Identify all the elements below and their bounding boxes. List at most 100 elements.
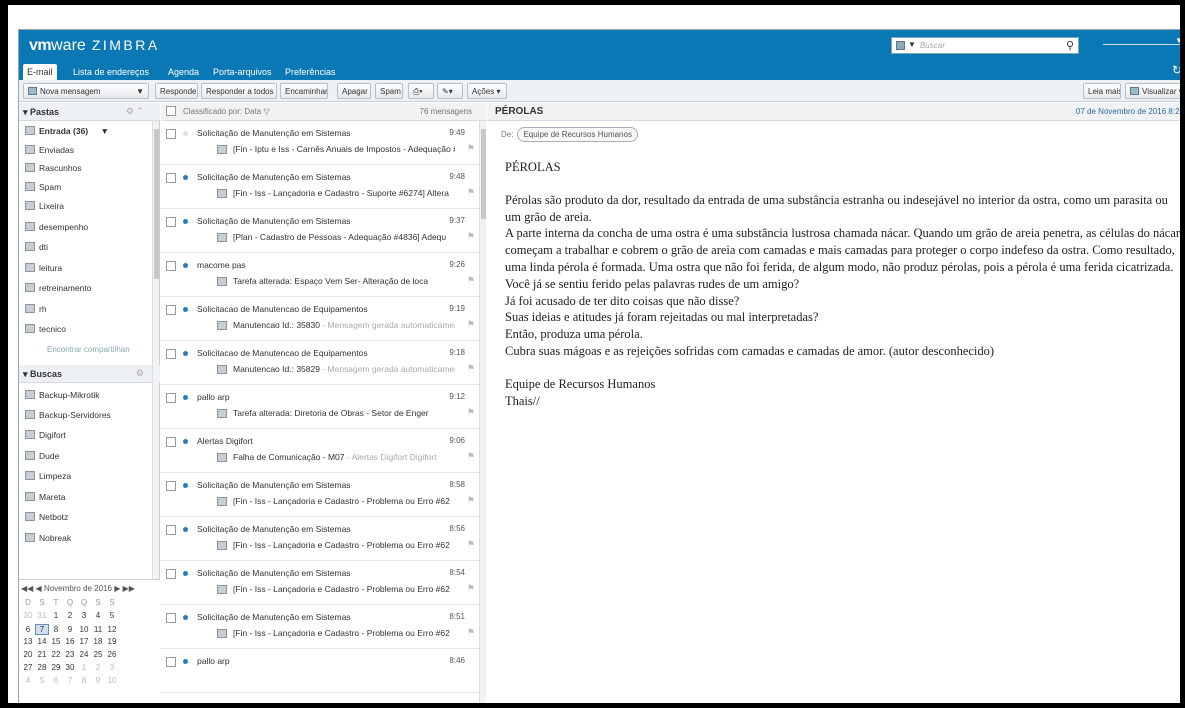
calendar-day[interactable]: 21 (35, 650, 49, 659)
flag-icon[interactable]: ⚑ (467, 143, 475, 154)
sidebar-scrollbar[interactable] (152, 121, 159, 581)
message-row[interactable]: Solicitação de Manutenção em Sistemas 8:5… (161, 473, 479, 517)
gear-icon[interactable]: ⚙ (136, 368, 144, 379)
search-limpeza[interactable]: Limpeza (25, 471, 71, 481)
search-nobreak[interactable]: Nobreak (25, 533, 71, 543)
message-row[interactable]: Solicitação de Manutenção em Sistemas 8:5… (161, 517, 479, 561)
message-checkbox[interactable] (166, 261, 176, 271)
message-checkbox[interactable] (166, 657, 176, 667)
view-button[interactable]: Visualizar ▾ (1125, 83, 1180, 99)
calendar-day-today[interactable]: 7 (35, 624, 49, 635)
unread-dot-icon[interactable] (183, 175, 188, 180)
folders-header[interactable]: ▾ Pastas ⚙ ⌃ (19, 103, 160, 121)
flag-icon[interactable]: ⚑ (467, 407, 475, 418)
sort-label[interactable]: Classificado por: Data (183, 107, 261, 116)
folder-desempenho[interactable]: desempenho (25, 222, 88, 232)
folder-tecnico[interactable]: tecnico (25, 324, 66, 334)
calendar-day[interactable]: 31 (35, 611, 49, 620)
chevron-down-icon[interactable]: ▼ (1175, 36, 1180, 45)
flag-icon[interactable]: ⚑ (467, 319, 475, 330)
folder-sent[interactable]: Enviadas (25, 145, 74, 155)
read-more-button[interactable]: Leia mais (1083, 83, 1121, 99)
tab-address-book[interactable]: Lista de endereços (69, 64, 153, 80)
flag-icon[interactable]: ⚑ (467, 627, 475, 638)
calendar-day[interactable]: 24 (77, 650, 91, 659)
folder-drafts[interactable]: Rascunhos (25, 163, 82, 173)
calendar-day[interactable]: 17 (77, 637, 91, 646)
unread-dot-icon[interactable] (183, 439, 188, 444)
message-row[interactable]: Alertas Digifort 9:06 Falha de Comunicação… (161, 429, 479, 473)
unread-dot-icon[interactable] (183, 395, 188, 400)
tab-email[interactable]: E-mail (23, 64, 57, 80)
search-box[interactable]: ▼ Buscar ⚲ (891, 37, 1079, 54)
message-checkbox[interactable] (166, 305, 176, 315)
prev-month-icon[interactable]: ◀ (36, 584, 42, 593)
calendar-day[interactable]: 25 (91, 650, 105, 659)
message-checkbox[interactable] (166, 129, 176, 139)
message-row[interactable]: Solicitação de Manutenção em Sistemas 9:4… (161, 121, 479, 165)
chevron-down-icon[interactable]: ▼ (136, 87, 144, 96)
tab-briefcase[interactable]: Porta-arquivos (209, 64, 276, 80)
unread-dot-icon[interactable] (183, 659, 188, 664)
calendar-day[interactable]: 10 (105, 676, 119, 685)
calendar-day[interactable]: 29 (49, 663, 63, 672)
message-row[interactable]: Solicitação de Manutenção em Sistemas 8:5… (161, 561, 479, 605)
calendar-day[interactable]: 23 (63, 650, 77, 659)
calendar-day[interactable]: 30 (63, 663, 77, 672)
calendar-day[interactable]: 11 (91, 625, 105, 634)
message-checkbox[interactable] (166, 437, 176, 447)
calendar-day[interactable]: 30 (21, 611, 35, 620)
calendar-day[interactable]: 5 (105, 611, 119, 620)
calendar-day[interactable]: 9 (91, 676, 105, 685)
flag-icon[interactable]: ⚑ (467, 539, 475, 550)
calendar-day[interactable]: 8 (77, 676, 91, 685)
calendar-day[interactable]: 26 (105, 650, 119, 659)
spam-button[interactable]: Spam (375, 83, 403, 99)
unread-dot-icon[interactable] (183, 615, 188, 620)
calendar-day[interactable]: 19 (105, 637, 119, 646)
next-year-icon[interactable]: ▶▶ (123, 584, 135, 593)
select-all-checkbox[interactable] (166, 106, 176, 116)
next-month-icon[interactable]: ▶ (114, 584, 120, 593)
calendar-day[interactable]: 12 (105, 625, 119, 634)
message-row[interactable]: Solicitação de Manutenção em Sistemas 8:5… (161, 605, 479, 649)
search-dude[interactable]: Dude (25, 451, 59, 461)
message-checkbox[interactable] (166, 481, 176, 491)
message-checkbox[interactable] (166, 569, 176, 579)
folder-spam[interactable]: Spam (25, 182, 61, 192)
scrollbar-thumb[interactable] (481, 129, 486, 219)
flag-icon[interactable]: ⚑ (467, 187, 475, 198)
scrollbar-thumb[interactable] (154, 129, 159, 279)
message-row[interactable]: Solicitação de Manutenção em Sistemas 9:4… (161, 165, 479, 209)
calendar-day[interactable]: 2 (63, 611, 77, 620)
chevron-down-icon[interactable]: ▼ (101, 126, 109, 136)
message-checkbox[interactable] (166, 613, 176, 623)
calendar-day[interactable]: 7 (63, 676, 77, 685)
reply-all-button[interactable]: Responder a todos (201, 83, 277, 99)
calendar-day[interactable]: 3 (105, 663, 119, 672)
folder-dti[interactable]: dti (25, 242, 48, 252)
message-checkbox[interactable] (166, 525, 176, 535)
calendar-day[interactable]: 27 (21, 663, 35, 672)
calendar-day[interactable]: 9 (63, 625, 77, 634)
unread-dot-icon[interactable] (183, 527, 188, 532)
gear-icon[interactable]: ⚙ ⌃ (126, 106, 144, 117)
calendar-day[interactable]: 14 (35, 637, 49, 646)
new-message-button[interactable]: Nova mensagem ▼ (23, 83, 149, 99)
calendar-day[interactable]: 5 (35, 676, 49, 685)
calendar-day[interactable]: 20 (21, 650, 35, 659)
folder-inbox[interactable]: Entrada (36) ▼ (25, 126, 109, 136)
calendar-day[interactable]: 4 (21, 676, 35, 685)
message-row[interactable]: pallo arp 8:46 (161, 649, 479, 693)
unread-dot-icon[interactable] (183, 351, 188, 356)
sender-chip[interactable]: Equipe de Recursos Humanos (517, 127, 638, 142)
flag-icon[interactable]: ⚑ (467, 495, 475, 506)
message-row[interactable]: Solicitacao de Manutencao de Equipamento… (161, 297, 479, 341)
search-mareta[interactable]: Mareta (25, 492, 65, 502)
tab-preferences[interactable]: Preferências (281, 64, 340, 80)
print-button[interactable]: ⎙▾ (408, 83, 434, 99)
message-checkbox[interactable] (166, 393, 176, 403)
tag-button[interactable]: ✎▾ (437, 83, 463, 99)
message-checkbox[interactable] (166, 349, 176, 359)
message-checkbox[interactable] (166, 173, 176, 183)
